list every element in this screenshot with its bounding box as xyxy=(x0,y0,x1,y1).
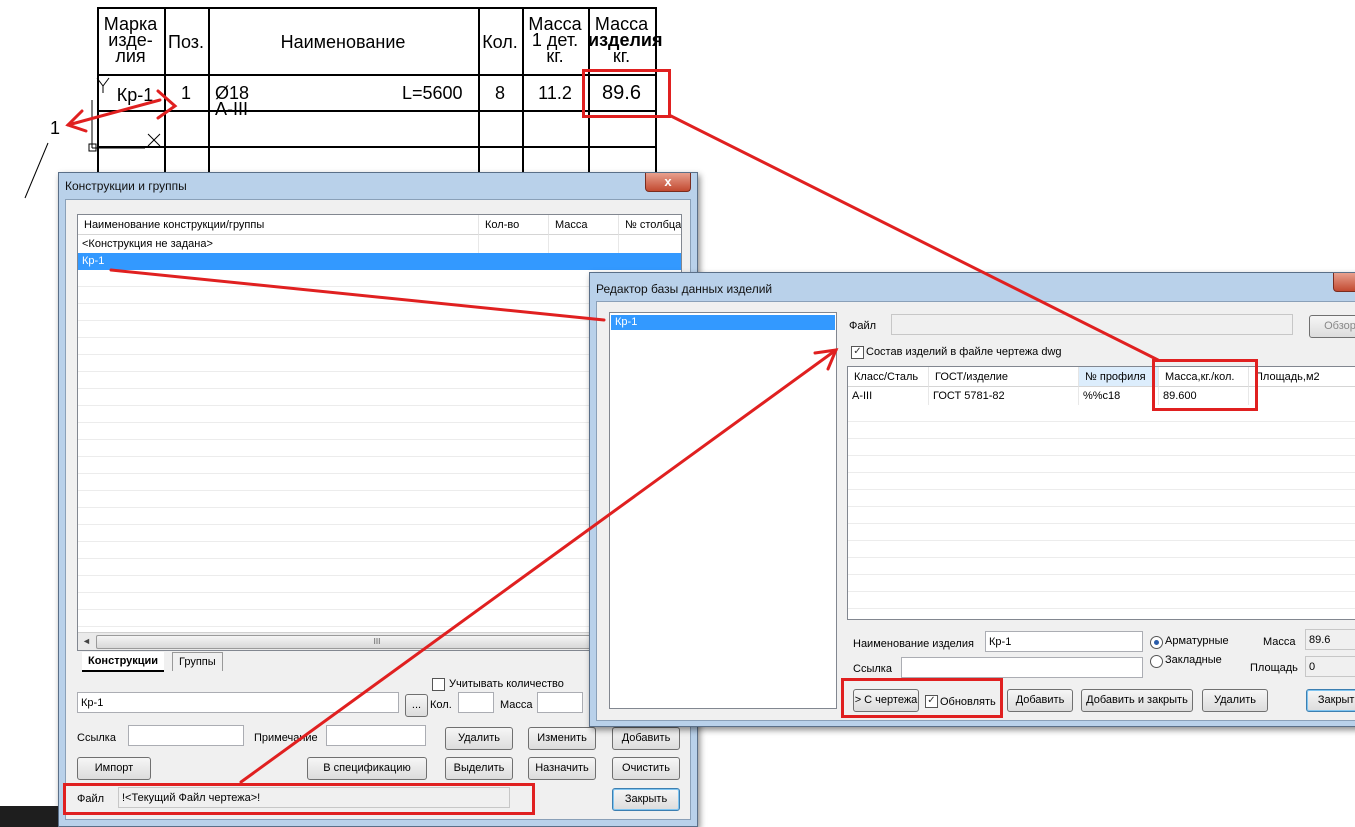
annotation-arrows xyxy=(65,89,1160,784)
taskbar-fragment xyxy=(0,806,58,827)
